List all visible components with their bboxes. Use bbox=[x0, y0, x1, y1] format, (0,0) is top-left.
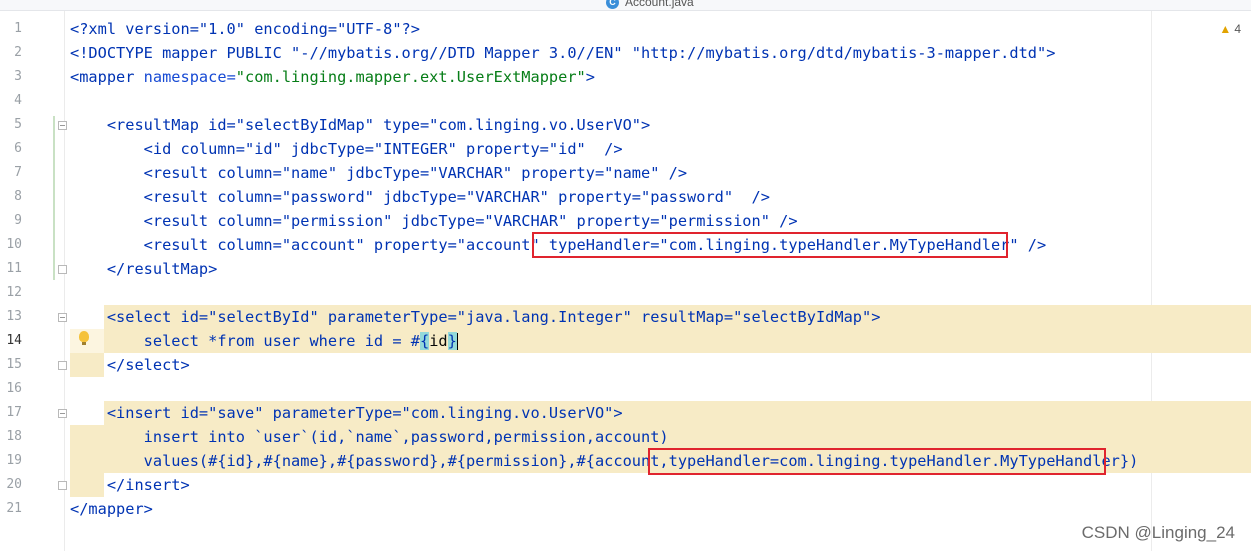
code-line: <id column="id" jdbcType="INTEGER" prope… bbox=[70, 140, 623, 158]
xml-tag: <mapper bbox=[70, 68, 135, 86]
code-line: </insert> bbox=[70, 476, 190, 494]
code-line: <select id="selectById" parameterType="j… bbox=[70, 308, 881, 326]
line-number: 4 bbox=[14, 93, 22, 108]
sql-text: select *from user where id = # bbox=[70, 332, 420, 350]
xml-value: "com.linging.mapper.ext.UserExtMapper" bbox=[235, 68, 586, 86]
code-line: </select> bbox=[70, 356, 190, 374]
fold-end-icon[interactable] bbox=[58, 265, 67, 274]
line-number-gutter: 1 2 3 4 5 6 7 8 9 10 11 12 13 14 15 16 1… bbox=[0, 11, 67, 551]
line-number: 13 bbox=[6, 309, 22, 324]
code-line: insert into `user`(id,`name`,password,pe… bbox=[70, 428, 669, 446]
vcs-change-marker bbox=[53, 116, 55, 280]
code-line: </resultMap> bbox=[70, 260, 218, 278]
line-number: 17 bbox=[6, 405, 22, 420]
xml-attr: namespace= bbox=[134, 68, 236, 86]
watermark: CSDN @Linging_24 bbox=[1081, 523, 1235, 542]
line-number-current: 14 bbox=[6, 333, 22, 348]
line-number: 2 bbox=[14, 45, 22, 60]
code-line: values(#{id},#{name},#{password},#{permi… bbox=[70, 452, 1139, 470]
code-line: <?xml version="1.0" encoding="UTF-8"?> bbox=[70, 20, 420, 38]
editor-tab-bar: C Account.java bbox=[0, 0, 1251, 11]
text-caret bbox=[456, 333, 458, 350]
line-number: 1 bbox=[14, 21, 22, 36]
code-line: <mapper namespace="com.linging.mapper.ex… bbox=[70, 65, 595, 89]
line-number: 21 bbox=[6, 501, 22, 516]
line-number: 19 bbox=[6, 453, 22, 468]
sql-param: id bbox=[429, 332, 448, 350]
line-number: 20 bbox=[6, 477, 22, 492]
code-line: <!DOCTYPE mapper PUBLIC "-//mybatis.org/… bbox=[70, 44, 1056, 62]
line-number: 8 bbox=[14, 189, 22, 204]
code-line: <result column="name" jdbcType="VARCHAR"… bbox=[70, 164, 688, 182]
tab-label: Account.java bbox=[625, 0, 694, 9]
code-line: <insert id="save" parameterType="com.lin… bbox=[70, 404, 623, 422]
fold-end-icon[interactable] bbox=[58, 361, 67, 370]
line-number: 7 bbox=[14, 165, 22, 180]
line-number: 12 bbox=[6, 285, 22, 300]
line-number: 10 bbox=[6, 237, 22, 252]
fold-toggle-icon[interactable] bbox=[58, 409, 67, 418]
java-class-icon: C bbox=[606, 0, 619, 9]
inspection-widget[interactable]: ▲ 4 bbox=[1219, 22, 1241, 36]
code-line: <result column="password" jdbcType="VARC… bbox=[70, 188, 770, 206]
line-number: 16 bbox=[6, 381, 22, 396]
warning-count: 4 bbox=[1234, 22, 1241, 36]
line-number: 6 bbox=[14, 141, 22, 156]
line-number: 5 bbox=[14, 117, 22, 132]
line-number: 9 bbox=[14, 213, 22, 228]
xml-tag: > bbox=[585, 68, 595, 86]
line-number: 15 bbox=[6, 357, 22, 372]
tab-account-java[interactable]: C Account.java bbox=[606, 0, 694, 10]
matched-brace: { bbox=[419, 332, 430, 350]
code-line: select *from user where id = #{id} bbox=[70, 329, 458, 353]
line-number: 3 bbox=[14, 69, 22, 84]
warning-icon: ▲ bbox=[1219, 22, 1232, 36]
code-line: </mapper> bbox=[70, 500, 153, 518]
matched-brace: } bbox=[447, 332, 457, 350]
code-line: <result column="permission" jdbcType="VA… bbox=[70, 212, 798, 230]
code-line: <result column="account" property="accou… bbox=[70, 236, 1047, 254]
line-number: 18 bbox=[6, 429, 22, 444]
fold-toggle-icon[interactable] bbox=[58, 313, 67, 322]
fold-end-icon[interactable] bbox=[58, 481, 67, 490]
fold-toggle-icon[interactable] bbox=[58, 121, 67, 130]
line-number: 11 bbox=[6, 261, 22, 276]
code-line: <resultMap id="selectByIdMap" type="com.… bbox=[70, 116, 651, 134]
